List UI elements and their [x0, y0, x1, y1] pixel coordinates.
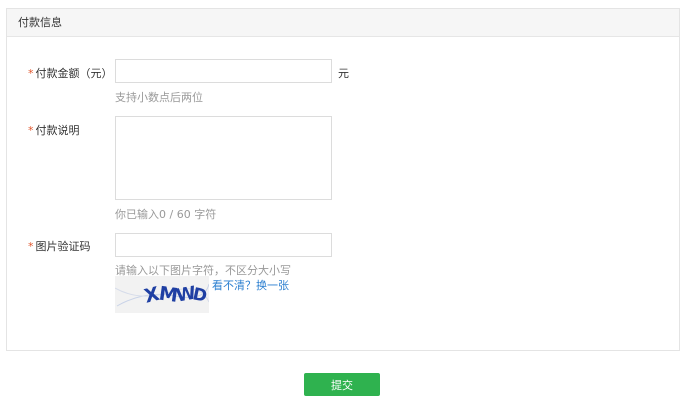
- description-label-text: 付款说明: [35, 124, 80, 137]
- description-label: * 付款说明: [28, 122, 80, 138]
- required-mark: *: [28, 124, 34, 137]
- amount-hint: 支持小数点后两位: [115, 91, 203, 104]
- captcha-label: * 图片验证码: [28, 238, 91, 254]
- amount-unit: 元: [338, 67, 349, 80]
- captcha-image[interactable]: X M W D: [115, 276, 209, 313]
- description-textarea[interactable]: [115, 116, 332, 200]
- required-mark: *: [28, 67, 34, 80]
- submit-button[interactable]: 提交: [304, 373, 380, 396]
- amount-label-text: 付款金额（元）: [35, 67, 113, 80]
- panel-title: 付款信息: [7, 9, 679, 37]
- amount-label: * 付款金额（元）: [28, 65, 113, 81]
- refresh-captcha-link[interactable]: 看不清？换一张: [212, 277, 289, 293]
- required-mark: *: [28, 240, 34, 253]
- captcha-label-text: 图片验证码: [35, 240, 91, 253]
- captcha-graphic: X M W D: [115, 276, 209, 313]
- amount-input[interactable]: [115, 59, 332, 83]
- captcha-input[interactable]: [115, 233, 332, 257]
- payment-info-panel: 付款信息: [6, 8, 680, 351]
- description-counter: 你已输入0 / 60 字符: [115, 208, 217, 221]
